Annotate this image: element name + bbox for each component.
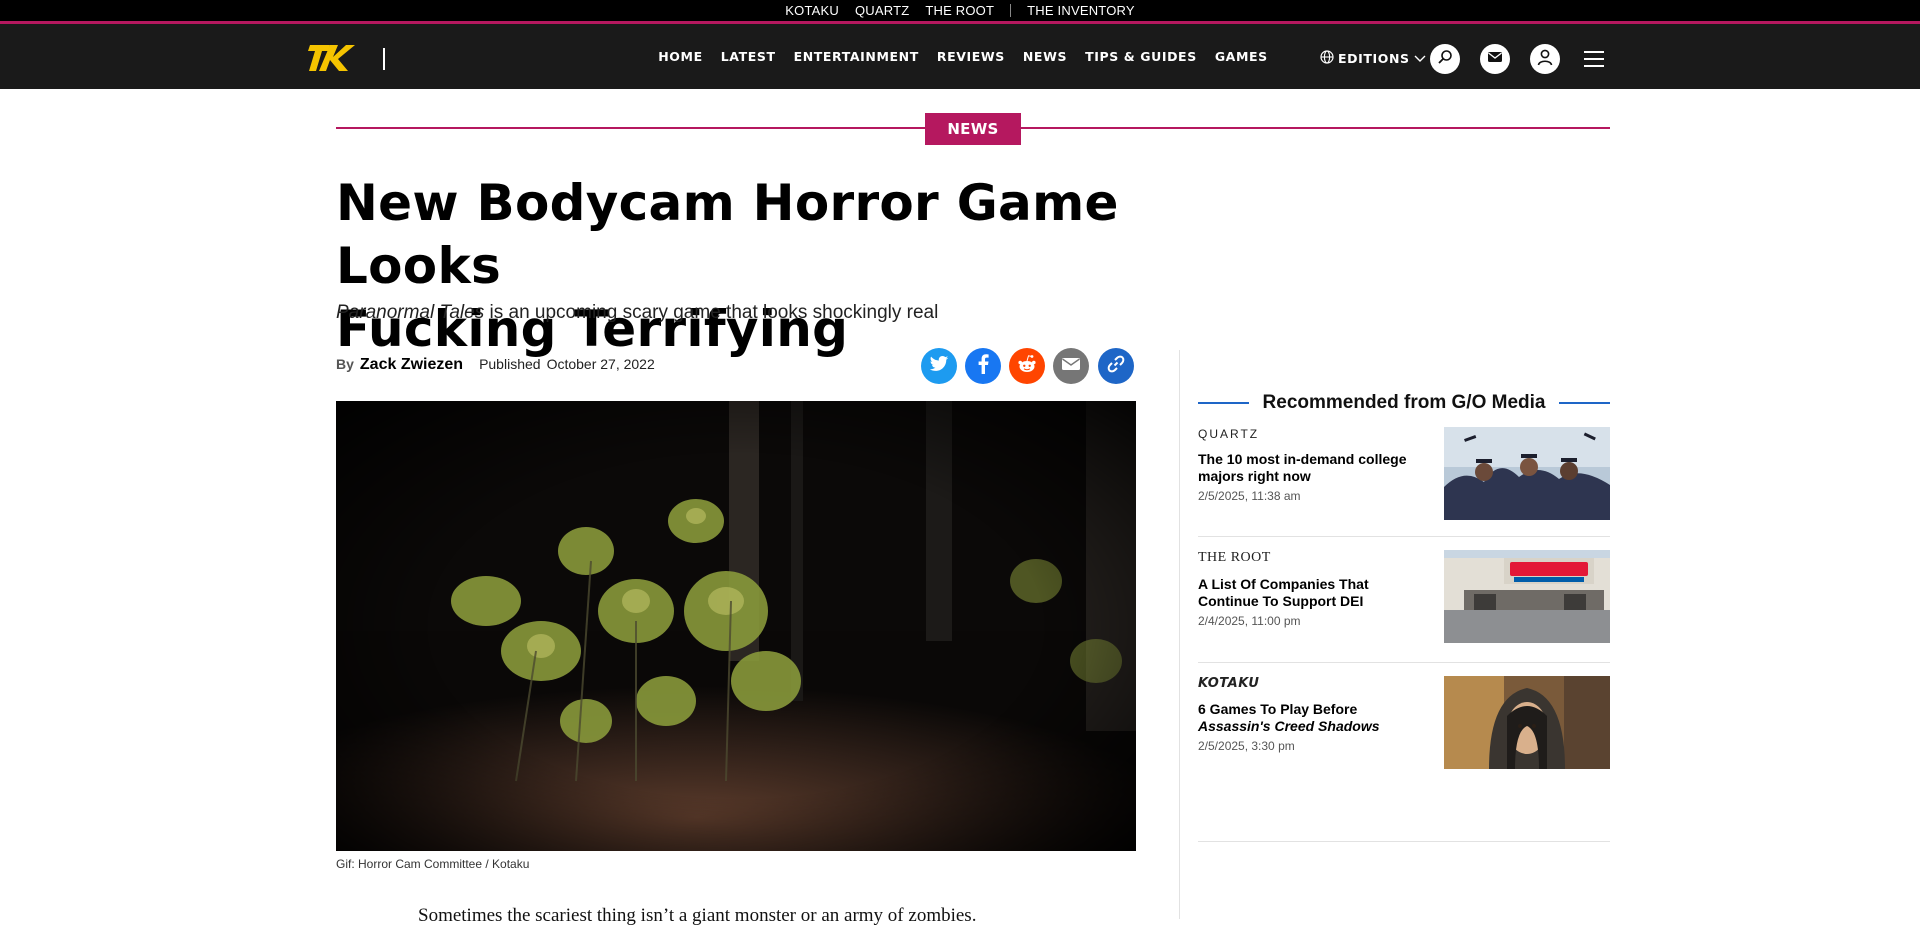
nav-item-games[interactable]: GAMES <box>1215 49 1268 64</box>
editions-label: EDITIONS <box>1338 50 1410 66</box>
by-label: By <box>336 356 354 372</box>
assassins-creed-thumbnail[interactable] <box>1444 676 1610 769</box>
recommended-title[interactable]: 6 Games To Play Before Assassin's Creed … <box>1198 701 1426 735</box>
published-label: Published <box>479 356 541 372</box>
article-body-paragraph: Sometimes the scariest thing isn’t a gia… <box>418 905 977 926</box>
logo-divider <box>383 48 385 70</box>
kotaku-logo[interactable] <box>308 42 356 74</box>
reddit-icon <box>1016 354 1038 379</box>
link-icon <box>1106 354 1126 379</box>
network-link-the-inventory[interactable]: THE INVENTORY <box>1019 3 1143 18</box>
image-caption: Gif: Horror Cam Committee / Kotaku <box>336 857 530 871</box>
globe-icon <box>1320 49 1334 67</box>
recommended-divider <box>1198 662 1610 663</box>
editions-dropdown[interactable]: EDITIONS <box>1320 48 1426 68</box>
recommended-title[interactable]: The 10 most in-demand college majors rig… <box>1198 451 1426 485</box>
facebook-icon <box>977 353 989 379</box>
nav-item-reviews[interactable]: REVIEWS <box>937 49 1005 64</box>
hamburger-menu-icon[interactable] <box>1584 51 1604 67</box>
search-icon <box>1437 49 1453 70</box>
recommended-item[interactable]: KOTAKU 6 Games To Play Before Assassin's… <box>1198 676 1610 770</box>
headline-line-1: New Bodycam Horror Game Looks <box>336 174 1119 295</box>
recommended-item[interactable]: QUARTZ The 10 most in-demand college maj… <box>1198 427 1610 521</box>
search-button[interactable] <box>1430 44 1460 74</box>
recommended-heading-text: Recommended from G/O Media <box>1262 392 1546 413</box>
share-reddit-button[interactable] <box>1009 348 1045 384</box>
network-link-the-root[interactable]: THE ROOT <box>917 3 1002 18</box>
user-icon <box>1536 48 1554 71</box>
email-icon <box>1061 357 1081 376</box>
heading-rule-right <box>1559 402 1611 404</box>
nav-item-news[interactable]: NEWS <box>1023 49 1067 64</box>
article-hero-image[interactable] <box>336 401 1136 851</box>
recommended-heading: Recommended from G/O Media <box>1198 392 1611 414</box>
recommended-item[interactable]: THE ROOT A List Of Companies That Contin… <box>1198 550 1610 644</box>
network-divider <box>1010 4 1012 17</box>
costco-store-thumbnail[interactable] <box>1444 550 1610 643</box>
article-headline: New Bodycam Horror Game Looks Fucking Te… <box>336 172 1256 361</box>
author-link[interactable]: Zack Zwiezen <box>360 356 463 374</box>
graduates-thumbnail[interactable] <box>1444 427 1610 520</box>
share-facebook-button[interactable] <box>965 348 1001 384</box>
twitter-icon <box>929 355 949 378</box>
heading-rule-left <box>1198 402 1249 404</box>
published-date: October 27, 2022 <box>546 356 655 372</box>
main-nav: HOME LATEST ENTERTAINMENT REVIEWS NEWS T… <box>0 24 1920 89</box>
nav-menu: HOME LATEST ENTERTAINMENT REVIEWS NEWS T… <box>0 24 1920 89</box>
envelope-icon <box>1487 50 1503 68</box>
network-link-quartz[interactable]: QUARTZ <box>847 3 917 18</box>
nav-item-tips-guides[interactable]: TIPS & GUIDES <box>1085 49 1197 64</box>
section-badge[interactable]: NEWS <box>925 113 1021 145</box>
byline: By Zack Zwiezen Published October 27, 20… <box>336 356 655 374</box>
network-bar: KOTAKU QUARTZ THE ROOT THE INVENTORY <box>0 0 1920 24</box>
nav-item-home[interactable]: HOME <box>658 49 702 64</box>
nav-item-latest[interactable]: LATEST <box>721 49 776 64</box>
forest-scene-illustration <box>336 401 1136 851</box>
share-twitter-button[interactable] <box>921 348 957 384</box>
recommended-title[interactable]: A List Of Companies That Continue To Sup… <box>1198 576 1426 610</box>
column-divider <box>1179 350 1180 919</box>
recommended-divider <box>1198 841 1610 842</box>
newsletter-button[interactable] <box>1480 44 1510 74</box>
chevron-down-icon <box>1414 51 1426 66</box>
share-email-button[interactable] <box>1053 348 1089 384</box>
nav-item-entertainment[interactable]: ENTERTAINMENT <box>794 49 919 64</box>
recommended-divider <box>1198 536 1610 537</box>
recommended-title-game: Assassin's Creed Shadows <box>1198 718 1380 734</box>
article-dek: Paranormal Tales is an upcoming scary ga… <box>336 302 938 324</box>
network-link-kotaku[interactable]: KOTAKU <box>777 3 847 18</box>
dek-game-title: Paranormal Tales <box>336 302 485 323</box>
recommended-title-text: 6 Games To Play Before <box>1198 701 1358 717</box>
dek-text: is an upcoming scary game that looks sho… <box>484 302 939 323</box>
account-button[interactable] <box>1530 44 1560 74</box>
copy-link-button[interactable] <box>1098 348 1134 384</box>
